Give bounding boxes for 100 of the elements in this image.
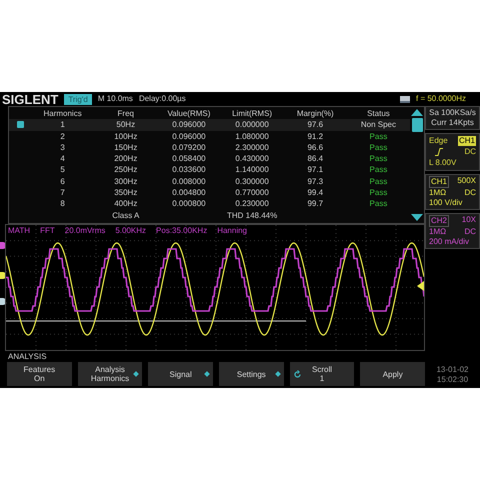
softkey-button[interactable]: Apply <box>360 362 426 386</box>
memory-depth: Curr 14Kpts <box>431 118 474 128</box>
sample-rate: Sa 100KSa/s <box>429 108 476 118</box>
table-cell-text: 86.4 <box>306 153 324 164</box>
display-icon <box>400 96 410 102</box>
table-cell-text: 0.096000 <box>171 119 207 131</box>
table-cell-text: 0.033600 <box>171 164 207 176</box>
table-cell-text: Pass <box>368 153 388 164</box>
class-label: Class A <box>111 210 140 221</box>
math-info-label: 5.00KHz <box>115 225 146 237</box>
table-cell-text: 0.300000 <box>234 176 270 188</box>
table-cell-text: 97.3 <box>306 176 324 188</box>
submenu-indicator-icon <box>134 371 140 377</box>
input-impedance: 1MΩ <box>429 227 446 237</box>
column-header: Harmonics <box>42 108 83 120</box>
column-header: Status <box>366 108 391 120</box>
channel-coupling: DC <box>464 188 476 198</box>
table-cell-text: 300Hz <box>113 176 138 188</box>
table-cell-text: 350Hz <box>113 187 138 198</box>
vertical-scale: 100 V/div <box>429 198 464 208</box>
table-cell-text: Pass <box>368 142 388 154</box>
column-header: Limit(RMS) <box>231 108 274 120</box>
rising-edge-icon <box>435 148 443 156</box>
math-info-label: MATH <box>8 225 30 237</box>
math-info-label: FFT <box>40 225 55 237</box>
table-cell-text: 6 <box>59 176 66 188</box>
trigger-level-icon <box>417 281 424 291</box>
table-cell-text: 8 <box>59 198 66 210</box>
table-cell-text: Pass <box>368 164 388 176</box>
softkey-button[interactable]: Signal <box>148 362 214 386</box>
thd-readout: THD 148.44% <box>226 210 278 221</box>
brand-logo: SIGLENT <box>2 92 58 106</box>
table-cell-text: Pass <box>368 176 388 188</box>
table-cell-text: 0.230000 <box>234 198 270 210</box>
rotate-icon <box>292 370 302 379</box>
table-cell-text: 250Hz <box>113 164 138 176</box>
table-cell-text: 0.000000 <box>234 119 270 131</box>
scrollbar[interactable] <box>410 107 424 223</box>
probe-ratio: 10X <box>462 215 476 226</box>
table-cell-text: 0.770000 <box>234 187 270 198</box>
table-cell-text: 200Hz <box>113 153 138 164</box>
table-cell-text: 97.1 <box>306 164 324 176</box>
table-cell-text: 1.140000 <box>234 164 270 176</box>
scrollbar-thumb[interactable] <box>412 118 422 132</box>
column-header: Freq <box>116 108 135 120</box>
column-header: Margin(%) <box>296 108 335 120</box>
table-cell-text: 3 <box>59 142 66 154</box>
trigger-source: CH1 <box>458 136 476 146</box>
table-cell-text: Pass <box>368 187 388 198</box>
table-cell-text: 2 <box>59 130 66 142</box>
menu-title: ANALYSIS <box>7 351 48 362</box>
table-cell-text: 50Hz <box>115 119 136 131</box>
channel-name: CH1 <box>429 176 450 188</box>
table-cell-text: 100Hz <box>113 130 138 142</box>
column-header: Value(RMS) <box>166 108 212 120</box>
scroll-up-icon[interactable] <box>411 109 423 116</box>
table-cell-text: 97.6 <box>306 119 324 131</box>
channel-name: CH2 <box>429 215 450 227</box>
table-cell-text: 400Hz <box>113 198 138 210</box>
delay-label: Delay:0.00µs <box>138 93 186 105</box>
table-cell-text: 99.7 <box>306 198 324 210</box>
frequency-readout: f = 50.0000Hz <box>416 93 468 105</box>
probe-ratio: 500X <box>457 176 476 187</box>
table-cell-text: Pass <box>368 198 388 210</box>
table-cell-text: 4 <box>59 153 66 164</box>
table-cell-text: 99.4 <box>306 187 324 198</box>
softkey-button[interactable]: Analysis Harmonics <box>78 362 142 386</box>
input-impedance: 1MΩ <box>429 188 446 198</box>
table-cell-text: 0.079200 <box>171 142 207 154</box>
submenu-indicator-icon <box>204 371 210 377</box>
softkey-button[interactable]: Features On <box>7 362 72 386</box>
scroll-down-icon[interactable] <box>411 214 423 221</box>
math-info-label: Pos:35.00KHz <box>156 225 208 237</box>
trigger-level: L 8.00V <box>429 158 458 168</box>
timebase-label: M 10.0ms <box>98 93 133 105</box>
math-info-label: Hanning <box>217 225 247 237</box>
table-cell-text: 0.096000 <box>171 130 207 142</box>
table-cell-text: 1.080000 <box>234 130 270 142</box>
table-cell-text: Pass <box>368 130 388 142</box>
date-label: 13-01-02 <box>436 365 469 375</box>
math-info-label: 20.0mVrms <box>64 225 106 237</box>
table-cell-text: 2.300000 <box>234 142 270 154</box>
table-cell-text: 0.000800 <box>171 198 207 210</box>
table-cell-text: 1 <box>59 119 66 131</box>
trigger-status: Trig'd <box>64 94 92 104</box>
softkey-button[interactable]: Scroll 1 <box>290 362 354 386</box>
table-cell-text: 96.6 <box>306 142 324 154</box>
channel-coupling: DC <box>464 227 476 237</box>
table-cell-text: 0.058400 <box>171 153 207 164</box>
table-cell-text: 91.2 <box>306 130 324 142</box>
table-cell-text: 5 <box>59 164 66 176</box>
trigger-coupling: DC <box>464 147 476 157</box>
table-cell-text: 0.430000 <box>234 153 270 164</box>
table-cell-text: 0.004800 <box>171 187 207 198</box>
table-cell-text: Non Spec <box>360 119 398 131</box>
softkey-button[interactable]: Settings <box>219 362 284 386</box>
row-selection-marker <box>16 121 24 128</box>
trigger-type: Edge <box>429 136 448 146</box>
vertical-scale: 200 mA/div <box>429 237 470 247</box>
time-label: 15:02:30 <box>436 375 468 385</box>
